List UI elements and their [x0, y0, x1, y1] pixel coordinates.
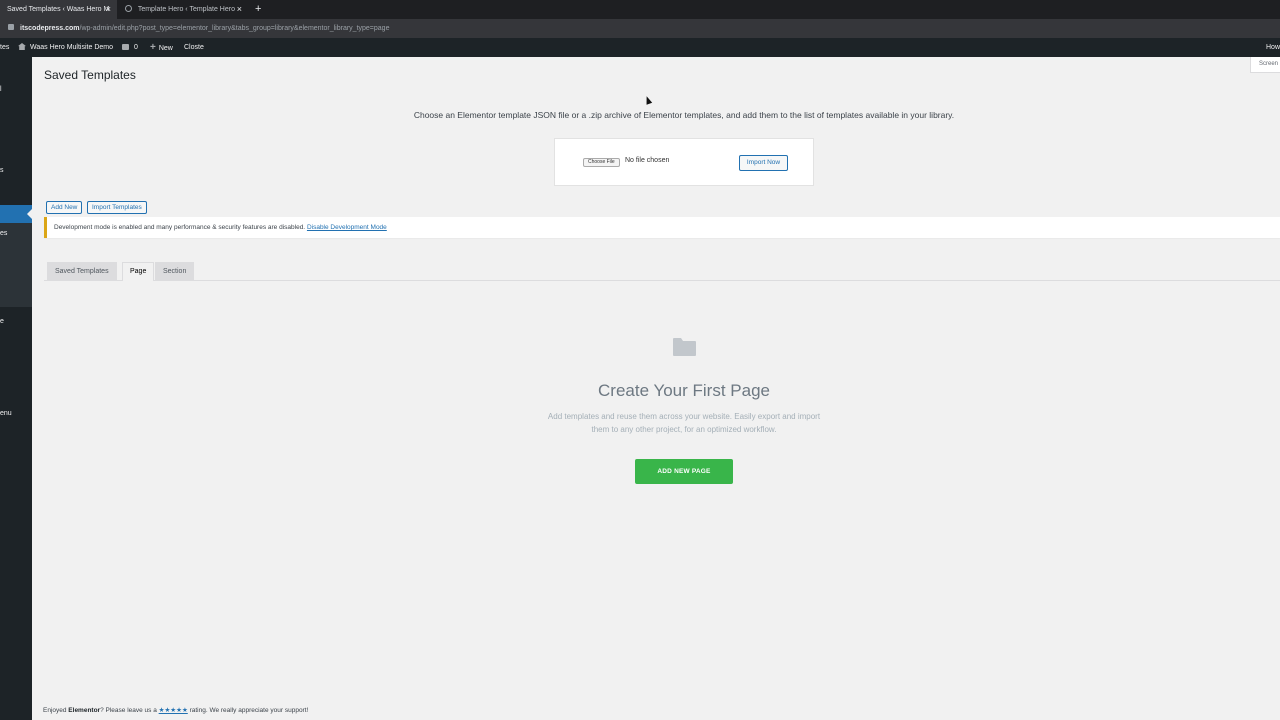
- tab-page[interactable]: Page: [122, 262, 155, 281]
- mouse-cursor-icon: [643, 95, 653, 105]
- sidebar-item[interactable]: l: [0, 85, 32, 95]
- admin-bar-site-name[interactable]: Waas Hero Multisite Demo: [18, 38, 113, 57]
- browser-tab-template-hero[interactable]: Template Hero ‹ Template Hero ×: [118, 0, 248, 19]
- plus-icon: +: [150, 42, 156, 53]
- empty-state-description: Add templates and reuse them across your…: [547, 412, 821, 434]
- url-path: /wp-admin/edit.php?post_type=elementor_l…: [79, 25, 390, 32]
- import-now-button[interactable]: Import Now: [739, 155, 788, 171]
- sidebar-item[interactable]: es: [0, 229, 32, 239]
- globe-icon: [125, 5, 132, 12]
- new-label: New: [158, 45, 173, 52]
- browser-tab-saved-templates[interactable]: Saved Templates ‹ Waas Hero M ×: [0, 0, 117, 19]
- tabs-divider: [44, 280, 1280, 281]
- url-domain: itscodepress.com: [20, 25, 80, 32]
- footer-brand: Elementor: [68, 707, 101, 714]
- choose-file-button[interactable]: Choose File: [583, 158, 620, 167]
- no-file-chosen-label: No file chosen: [625, 157, 670, 164]
- new-tab-button[interactable]: +: [255, 0, 261, 19]
- notice-text: Development mode is enabled and many per…: [54, 224, 306, 231]
- sidebar-item-active[interactable]: [0, 205, 32, 223]
- browser-tab-bar: Saved Templates ‹ Waas Hero M × Template…: [0, 0, 1280, 19]
- address-bar[interactable]: itscodepress.com/wp-admin/edit.php?post_…: [0, 19, 1280, 38]
- add-new-page-button[interactable]: ADD NEW PAGE: [635, 459, 733, 484]
- footer-text: Enjoyed: [43, 707, 69, 714]
- import-description: Choose an Elementor template JSON file o…: [413, 110, 955, 120]
- page-title: Saved Templates: [44, 68, 136, 82]
- site-name-label: Waas Hero Multisite Demo: [30, 44, 113, 51]
- lock-icon: [8, 24, 14, 30]
- empty-state-title: Create Your First Page: [598, 381, 770, 400]
- folder-icon: [673, 338, 696, 356]
- import-upload-box: Choose File No file chosen Import Now: [554, 138, 814, 186]
- url-text[interactable]: itscodepress.com/wp-admin/edit.php?post_…: [8, 19, 389, 38]
- sidebar-item[interactable]: s: [0, 166, 32, 176]
- footer-text: ? Please leave us a: [100, 707, 159, 714]
- footer-text: rating. We really appreciate your suppor…: [187, 707, 309, 714]
- admin-bar-howdy[interactable]: How: [1266, 38, 1280, 57]
- close-tab-icon[interactable]: ×: [106, 0, 111, 19]
- footer-rating-note: Enjoyed Elementor? Please leave us a ★★★…: [43, 706, 308, 714]
- disable-dev-mode-link[interactable]: Disable Development Mode: [307, 224, 387, 231]
- admin-bar-comments[interactable]: 0: [122, 38, 138, 57]
- comments-count: 0: [134, 44, 138, 51]
- admin-bar-new[interactable]: + New: [150, 38, 173, 58]
- admin-bar-closte[interactable]: Closte: [184, 38, 204, 57]
- dev-mode-notice: Development mode is enabled and many per…: [44, 217, 1280, 238]
- import-templates-button[interactable]: Import Templates: [87, 201, 147, 214]
- tab-section[interactable]: Section: [155, 262, 195, 280]
- rating-stars-link[interactable]: ★★★★★: [159, 707, 188, 714]
- add-new-button[interactable]: Add New: [46, 201, 83, 214]
- tab-title: Saved Templates ‹ Waas Hero M: [7, 6, 110, 13]
- close-tab-icon[interactable]: ×: [237, 0, 242, 19]
- sidebar-item[interactable]: e: [0, 317, 32, 327]
- tab-title: Template Hero ‹ Template Hero: [137, 6, 235, 13]
- tab-saved-templates[interactable]: Saved Templates: [47, 262, 117, 280]
- sidebar-collapse-menu[interactable]: enu: [0, 409, 32, 419]
- screen-options-button[interactable]: Screen: [1250, 57, 1280, 73]
- home-icon: [18, 43, 26, 50]
- admin-bar-cut-item[interactable]: tes: [0, 38, 9, 57]
- comment-bubble-icon: [122, 44, 129, 50]
- wp-admin-bar: tes Waas Hero Multisite Demo 0 + New Clos…: [0, 38, 1280, 57]
